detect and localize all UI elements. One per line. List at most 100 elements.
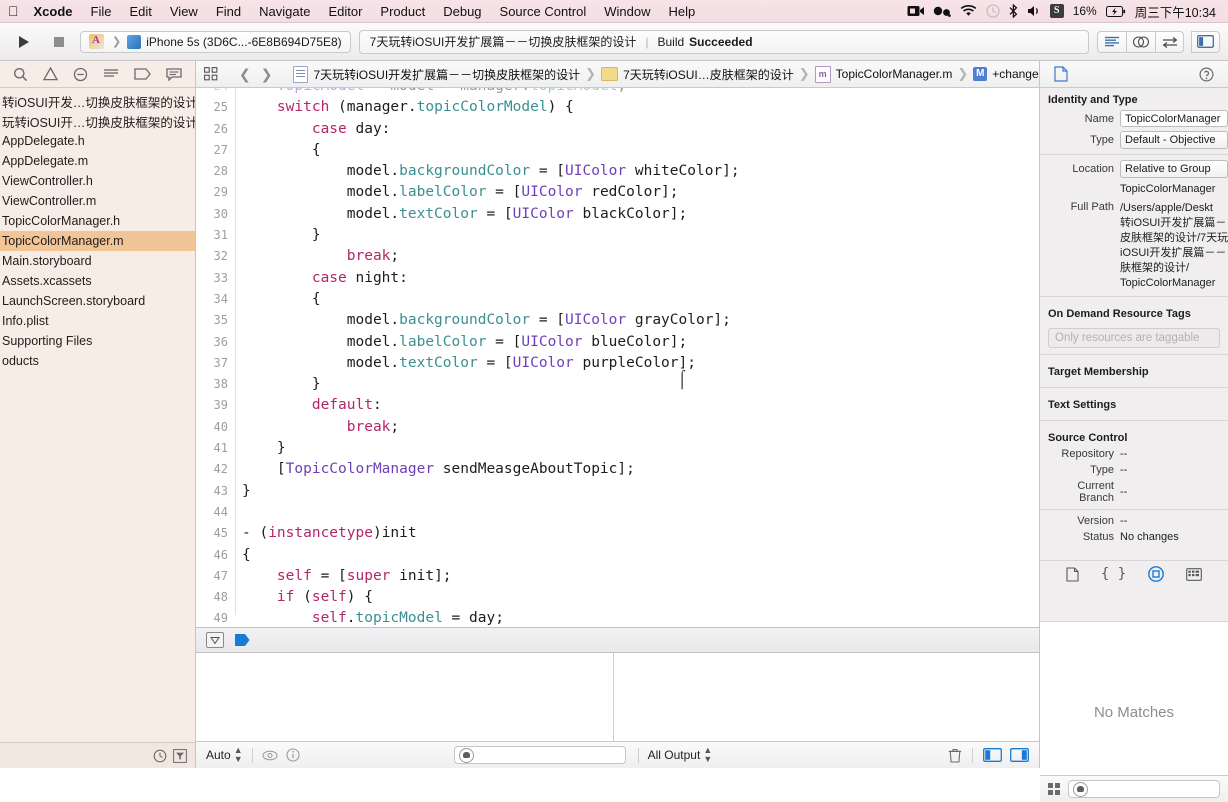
code-line[interactable]: [TopicColorManager sendMeasgeAboutTopic]… bbox=[242, 459, 1039, 480]
code-line[interactable]: default: bbox=[242, 395, 1039, 416]
test-navigator-icon[interactable] bbox=[73, 67, 88, 82]
list-item[interactable]: Info.plist bbox=[0, 311, 195, 331]
recent-files-icon[interactable] bbox=[153, 749, 167, 763]
code-line[interactable]: model.backgroundColor = [UIColor whiteCo… bbox=[242, 161, 1039, 182]
list-item-selected[interactable]: TopicColorManager.m bbox=[0, 231, 195, 251]
menu-item-editor[interactable]: Editor bbox=[319, 0, 371, 23]
scheme-selector[interactable]: ❯ iPhone 5s (3D6C...-6E8B694D75E8) bbox=[80, 30, 351, 53]
code-line[interactable]: { bbox=[242, 140, 1039, 161]
menu-item-xcode[interactable]: Xcode bbox=[25, 0, 82, 23]
breadcrumb-file[interactable]: m TopicColorManager.m bbox=[814, 65, 952, 83]
continue-flag-icon[interactable] bbox=[234, 633, 252, 647]
section-header-text-settings[interactable]: Text Settings bbox=[1040, 393, 1228, 415]
breadcrumb-method[interactable]: M +changeTopicModel: bbox=[973, 67, 1039, 81]
code-line[interactable]: model.labelColor = [UIColor redColor]; bbox=[242, 182, 1039, 203]
project-navigator-icon[interactable] bbox=[13, 67, 28, 82]
code-line[interactable]: } bbox=[242, 374, 1039, 395]
navigator-toggle-button[interactable] bbox=[1191, 30, 1220, 53]
code-line[interactable]: self = [super init]; bbox=[242, 566, 1039, 587]
bluetooth-icon[interactable] bbox=[1009, 4, 1018, 18]
library-grid-icon[interactable] bbox=[1048, 783, 1060, 795]
menu-item-debug[interactable]: Debug bbox=[434, 0, 490, 23]
type-popup[interactable]: Default - Objective bbox=[1120, 131, 1228, 149]
file-template-library-icon[interactable] bbox=[1066, 566, 1079, 582]
code-line[interactable]: TopicModel * model = manager.topicModel; bbox=[242, 88, 1039, 97]
breakpoint-navigator-icon[interactable] bbox=[134, 68, 151, 80]
time-machine-icon[interactable] bbox=[986, 4, 1000, 18]
code-text[interactable]: TopicModel * model = manager.topicModel;… bbox=[237, 88, 1039, 626]
section-header-target-membership[interactable]: Target Membership bbox=[1040, 360, 1228, 382]
code-snippet-library-icon[interactable]: { } bbox=[1101, 566, 1126, 582]
report-navigator-icon[interactable] bbox=[165, 67, 182, 81]
breadcrumb-project[interactable]: 7天玩转iOSUI开发扩展篇－－切换皮肤框架的设计 bbox=[293, 65, 580, 83]
list-item[interactable]: TopicColorManager.h bbox=[0, 211, 195, 231]
code-line[interactable]: model.labelColor = [UIColor blueColor]; bbox=[242, 332, 1039, 353]
breadcrumb-folder[interactable]: 7天玩转iOSUI…皮肤框架的设计 bbox=[601, 66, 794, 83]
code-line[interactable]: } bbox=[242, 225, 1039, 246]
variables-view[interactable] bbox=[196, 653, 614, 741]
stop-button[interactable] bbox=[44, 31, 74, 53]
info-icon[interactable] bbox=[286, 748, 300, 762]
list-item[interactable]: ViewController.h bbox=[0, 171, 195, 191]
related-items-icon[interactable] bbox=[204, 67, 218, 81]
code-view[interactable]: 24 25 26 27 28 29 30 31 32 33 34 35 36 37 38 39 40 41 42 43… bbox=[196, 88, 1039, 627]
back-chevron-icon[interactable]: ❮ bbox=[234, 66, 256, 83]
filter-icon[interactable] bbox=[173, 748, 187, 763]
code-line[interactable]: break; bbox=[242, 417, 1039, 438]
code-line[interactable]: model.backgroundColor = [UIColor grayCol… bbox=[242, 310, 1039, 331]
code-line[interactable]: switch (manager.topicColorModel) { bbox=[242, 97, 1039, 118]
list-item[interactable]: 转iOSUI开发…切换皮肤框架的设计 bbox=[0, 91, 195, 111]
code-line[interactable] bbox=[242, 502, 1039, 523]
code-line[interactable]: case night: bbox=[242, 268, 1039, 289]
issue-navigator-icon[interactable] bbox=[43, 67, 59, 81]
screen-record-icon[interactable] bbox=[907, 5, 924, 17]
list-item[interactable]: Main.storyboard bbox=[0, 251, 195, 271]
code-line[interactable]: self.topicModel = day; bbox=[242, 608, 1039, 627]
menu-item-find[interactable]: Find bbox=[207, 0, 250, 23]
list-item[interactable]: oducts bbox=[0, 351, 195, 371]
console-view[interactable] bbox=[614, 653, 1039, 741]
run-button[interactable] bbox=[8, 31, 38, 53]
list-item[interactable]: LaunchScreen.storyboard bbox=[0, 291, 195, 311]
code-line[interactable]: - (instancetype)init bbox=[242, 523, 1039, 544]
list-item[interactable]: Supporting Files bbox=[0, 331, 195, 351]
list-item[interactable]: AppDelegate.m bbox=[0, 151, 195, 171]
list-item[interactable]: 玩转iOSUI开…切换皮肤框架的设计 bbox=[0, 111, 195, 131]
eye-icon[interactable] bbox=[262, 750, 278, 761]
location-popup[interactable]: Relative to Group bbox=[1120, 160, 1228, 178]
file-inspector-icon[interactable] bbox=[1054, 66, 1068, 82]
wifi-icon[interactable] bbox=[960, 5, 977, 17]
menu-item-source-control[interactable]: Source Control bbox=[491, 0, 596, 23]
assistant-editor-button[interactable] bbox=[1126, 30, 1155, 53]
menu-bar-clock[interactable]: 周三下午10:34 bbox=[1135, 2, 1216, 21]
code-line[interactable]: } bbox=[242, 438, 1039, 459]
standard-editor-button[interactable] bbox=[1097, 30, 1126, 53]
output-scope-popup[interactable]: All Output ▲ ▼ bbox=[648, 746, 713, 764]
code-line[interactable]: } bbox=[242, 481, 1039, 502]
quick-help-icon[interactable] bbox=[1199, 66, 1214, 82]
code-line[interactable]: { bbox=[242, 289, 1039, 310]
debug-navigator-icon[interactable] bbox=[103, 68, 119, 80]
hide-console-button[interactable] bbox=[206, 632, 224, 648]
list-item[interactable]: ViewController.m bbox=[0, 191, 195, 211]
monkey-icon[interactable] bbox=[933, 5, 951, 18]
variables-filter-field[interactable] bbox=[453, 746, 626, 764]
menu-item-view[interactable]: View bbox=[161, 0, 207, 23]
input-method-icon[interactable]: S bbox=[1049, 4, 1064, 18]
variables-view-toggle[interactable] bbox=[983, 748, 1002, 762]
menu-item-product[interactable]: Product bbox=[371, 0, 434, 23]
code-line[interactable]: { bbox=[242, 545, 1039, 566]
list-item[interactable]: Assets.xcassets bbox=[0, 271, 195, 291]
menu-item-edit[interactable]: Edit bbox=[120, 0, 160, 23]
forward-chevron-icon[interactable]: ❯ bbox=[256, 66, 278, 83]
library-filter-field[interactable] bbox=[1068, 780, 1220, 798]
list-item[interactable]: AppDelegate.h bbox=[0, 131, 195, 151]
variables-scope-popup[interactable]: Auto ▲ ▼ bbox=[206, 746, 243, 764]
apple-logo-icon[interactable]:  bbox=[8, 3, 19, 19]
section-header-source-control[interactable]: Source Control bbox=[1040, 426, 1228, 448]
menu-item-navigate[interactable]: Navigate bbox=[250, 0, 319, 23]
trash-icon[interactable] bbox=[948, 748, 962, 763]
full-path-value[interactable]: /Users/apple/Deskt 转iOSUI开发扩展篇－ 皮肤框架的设计/… bbox=[1120, 201, 1228, 291]
volume-icon[interactable] bbox=[1027, 5, 1041, 17]
menu-item-window[interactable]: Window bbox=[595, 0, 659, 23]
